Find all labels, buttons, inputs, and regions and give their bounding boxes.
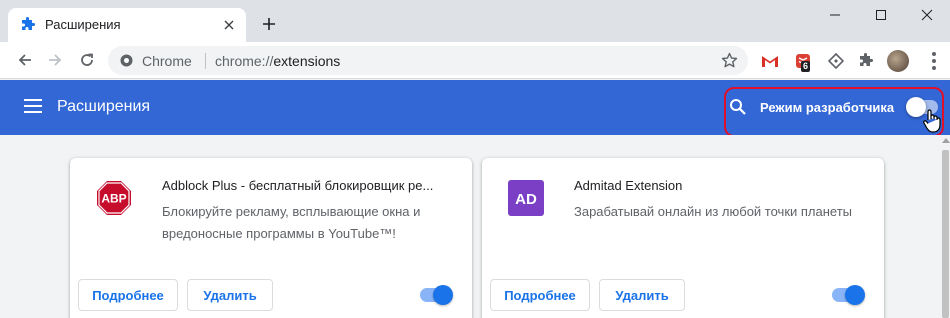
- reload-button[interactable]: [76, 49, 98, 71]
- browser-window: Расширения Chrome chrome://extensions 6 …: [0, 0, 950, 318]
- abp-logo-icon: ABP: [97, 181, 131, 215]
- extension-card-admitad: AD Admitad Extension Зарабатывай онлайн …: [482, 158, 884, 318]
- extension-enable-toggle[interactable]: [832, 285, 865, 305]
- extension-name: Admitad Extension: [574, 178, 683, 193]
- puzzle-icon: [860, 53, 873, 66]
- remove-button[interactable]: Удалить: [187, 279, 273, 311]
- extension-description: Блокируйте рекламу, всплывающие окна и в…: [162, 204, 421, 241]
- extension-card-adblock-plus: ABP Adblock Plus - бесплатный блокировщи…: [70, 158, 472, 318]
- security-chip: Chrome: [142, 53, 192, 69]
- minimize-icon: [830, 14, 840, 16]
- extension-description: Зарабатывай онлайн из любой точки планет…: [574, 204, 853, 219]
- details-button[interactable]: Подробнее: [78, 279, 178, 311]
- toggle-knob: [845, 285, 865, 305]
- extension-enable-toggle[interactable]: [420, 285, 453, 305]
- developer-mode-highlight: [724, 87, 944, 137]
- arrow-left-icon: [18, 54, 31, 66]
- toggle-knob: [433, 285, 453, 305]
- gmail-extension-button[interactable]: [760, 51, 780, 71]
- browser-toolbar: Chrome chrome://extensions 6: [0, 42, 950, 79]
- profile-avatar[interactable]: [887, 50, 909, 72]
- remove-button[interactable]: Удалить: [599, 279, 685, 311]
- chrome-site-icon: [120, 54, 133, 67]
- diamond-tag-icon: [828, 53, 844, 69]
- details-button[interactable]: Подробнее: [490, 279, 590, 311]
- admitad-logo-icon: AD: [508, 180, 544, 216]
- maximize-button[interactable]: [858, 0, 904, 30]
- gmail-icon: [762, 56, 778, 67]
- tab-extensions[interactable]: Расширения: [8, 8, 246, 42]
- feedly-extension-button[interactable]: [826, 51, 846, 71]
- reload-icon: [81, 53, 93, 66]
- todoist-extension-button[interactable]: 6: [793, 51, 813, 72]
- scroll-up-icon[interactable]: [942, 138, 950, 143]
- svg-text:ABP: ABP: [101, 192, 126, 206]
- minimize-button[interactable]: [812, 0, 858, 30]
- tab-title: Расширения: [45, 17, 121, 32]
- chip-separator: [205, 53, 206, 69]
- plus-icon: [263, 18, 275, 30]
- new-tab-button[interactable]: [258, 13, 280, 35]
- puzzle-icon: [22, 17, 35, 30]
- tab-strip: Расширения: [0, 0, 950, 42]
- forward-button[interactable]: [44, 49, 66, 71]
- tab-close-icon[interactable]: [220, 16, 238, 34]
- extensions-menu-button[interactable]: [856, 51, 876, 71]
- close-window-button[interactable]: [904, 0, 950, 30]
- url-text: chrome://extensions: [215, 53, 341, 69]
- extension-name: Adblock Plus - бесплатный блокировщик ре…: [162, 178, 434, 193]
- hand-cursor-icon: [923, 109, 941, 133]
- address-bar[interactable]: Chrome chrome://extensions: [108, 46, 748, 75]
- hamburger-menu-icon[interactable]: [24, 99, 42, 113]
- page-title: Расширения: [57, 98, 151, 115]
- close-icon: [921, 9, 933, 21]
- bookmark-star-icon[interactable]: [721, 52, 738, 69]
- scrollbar-thumb[interactable]: [942, 150, 949, 318]
- svg-text:AD: AD: [515, 191, 537, 208]
- maximize-icon: [876, 10, 886, 20]
- arrow-right-icon: [49, 54, 62, 66]
- todoist-badge: 6: [801, 61, 811, 72]
- browser-menu-icon[interactable]: [924, 50, 944, 72]
- back-button[interactable]: [14, 49, 36, 71]
